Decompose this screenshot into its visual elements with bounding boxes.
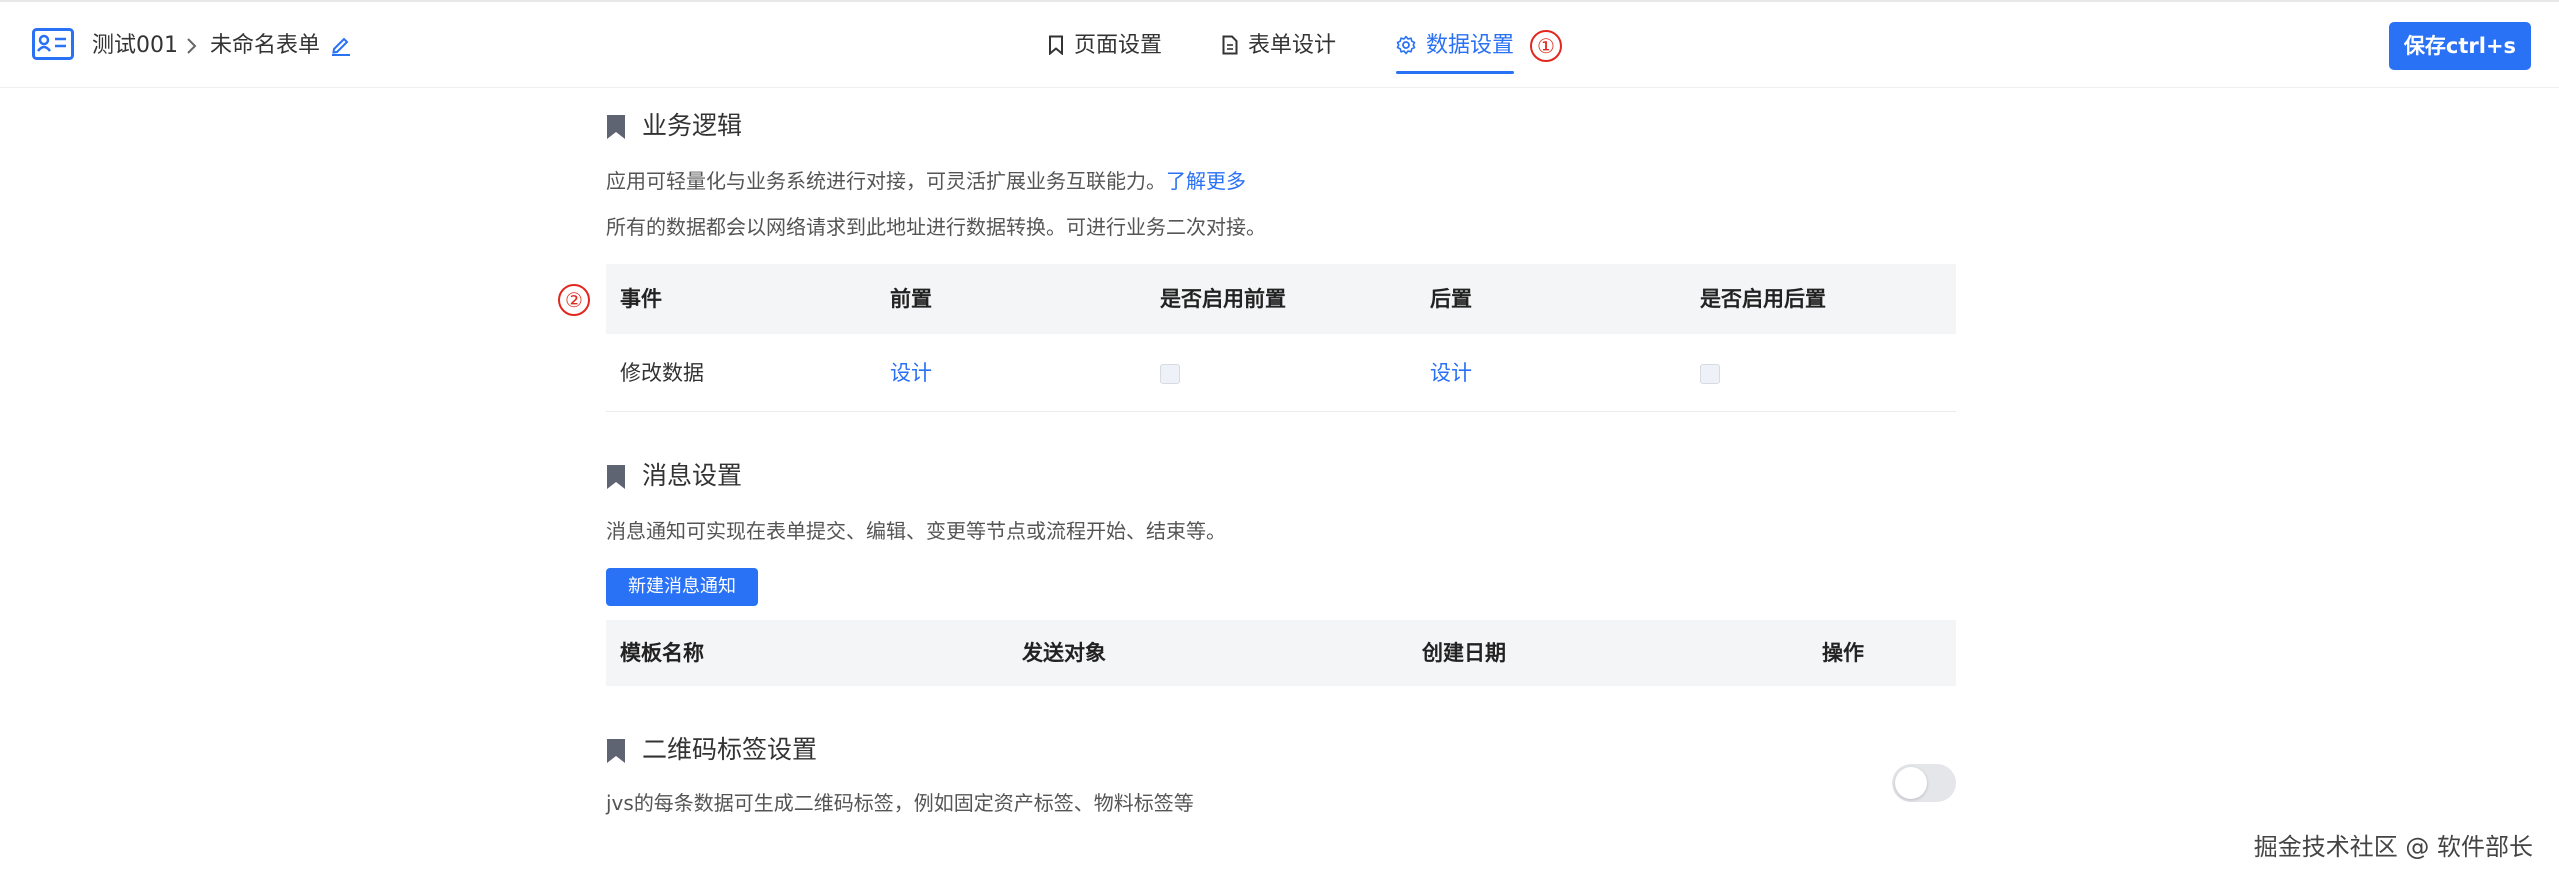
- column-header-recipients: 发送对象: [1022, 641, 1106, 665]
- event-cell: 修改数据: [620, 361, 704, 385]
- column-header-template-name: 模板名称: [620, 641, 704, 665]
- post-enabled-checkbox[interactable]: [1700, 364, 1720, 384]
- breadcrumb-form: 未命名表单: [210, 33, 321, 58]
- bookmark-icon: [607, 465, 625, 489]
- section-title-qrcode: 二维码标签设置: [606, 732, 817, 768]
- tab-label: 表单设计: [1248, 33, 1337, 58]
- bookmark-icon: [1049, 35, 1063, 56]
- document-icon: [1222, 35, 1238, 55]
- column-header-pre: 前置: [890, 287, 932, 311]
- pre-enabled-checkbox[interactable]: [1160, 364, 1180, 384]
- active-tab-indicator: [1396, 71, 1515, 74]
- tab-page-settings[interactable]: 页面设置: [1048, 30, 1162, 68]
- column-header-created-date: 创建日期: [1422, 641, 1506, 665]
- contact-card-icon: [32, 28, 74, 60]
- gear-icon: [1396, 35, 1416, 55]
- toggle-knob: [1895, 767, 1927, 799]
- table-row: 修改数据 设计 设计: [606, 334, 1956, 412]
- bookmark-icon: [607, 115, 625, 139]
- column-header-event: 事件: [620, 287, 662, 311]
- chevron-right-icon: [187, 38, 197, 54]
- tab-label: 页面设置: [1074, 33, 1163, 58]
- tab-form-design[interactable]: 表单设计: [1222, 30, 1336, 68]
- column-header-post: 后置: [1430, 287, 1472, 311]
- new-message-button[interactable]: 新建消息通知: [606, 568, 758, 606]
- breadcrumb-app[interactable]: 测试001: [92, 30, 178, 62]
- tab-label: 数据设置: [1426, 33, 1515, 58]
- learn-more-link[interactable]: 了解更多: [1166, 169, 1246, 193]
- column-header-actions: 操作: [1822, 641, 1864, 665]
- business-logic-description-2: 所有的数据都会以网络请求到此地址进行数据转换。可进行业务二次对接。: [606, 215, 1266, 239]
- section-title-message: 消息设置: [606, 458, 742, 494]
- message-table-header: 模板名称 发送对象 创建日期 操作: [606, 620, 1956, 686]
- business-logic-description: 应用可轻量化与业务系统进行对接，可灵活扩展业务互联能力。了解更多: [606, 169, 1246, 193]
- column-header-post-enabled: 是否启用后置: [1700, 287, 1826, 311]
- edit-icon[interactable]: [330, 34, 352, 56]
- business-logic-table-header: 事件 前置 是否启用前置 后置 是否启用后置: [606, 264, 1956, 334]
- bookmark-icon: [607, 739, 625, 763]
- section-title-business-logic: 业务逻辑: [606, 108, 742, 144]
- message-description: 消息通知可实现在表单提交、编辑、变更等节点或流程开始、结束等。: [606, 519, 1226, 543]
- watermark: 掘金技术社区 @ 软件部长: [2253, 833, 2533, 861]
- column-header-pre-enabled: 是否启用前置: [1160, 287, 1286, 311]
- qrcode-description: jvs的每条数据可生成二维码标签，例如固定资产标签、物料标签等: [606, 791, 1194, 815]
- annotation-marker-1: ①: [1530, 30, 1562, 62]
- tab-data-settings[interactable]: 数据设置: [1396, 30, 1515, 74]
- save-button[interactable]: 保存ctrl+s: [2389, 22, 2531, 70]
- annotation-marker-2: ②: [558, 284, 590, 316]
- qrcode-toggle[interactable]: [1892, 764, 1956, 802]
- pre-design-link[interactable]: 设计: [890, 334, 932, 412]
- post-design-link[interactable]: 设计: [1430, 334, 1472, 412]
- top-bar: 测试001 未命名表单 页面设置 表单设计 数据设置 ① 保存ctrl+s: [0, 0, 2559, 88]
